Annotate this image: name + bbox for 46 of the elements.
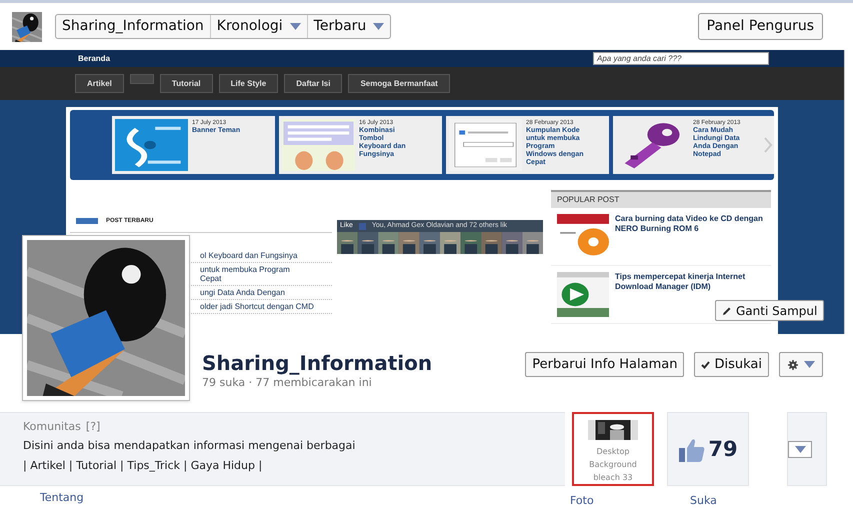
blog-menu-button[interactable]: Tutorial bbox=[160, 74, 213, 93]
blog-menu-button[interactable]: Semoga Bermanfaat bbox=[348, 74, 450, 93]
change-cover-button[interactable]: Ganti Sampul bbox=[715, 300, 824, 321]
caret-icon bbox=[290, 23, 301, 30]
settings-icon bbox=[788, 360, 798, 370]
pencil-icon bbox=[722, 306, 732, 316]
blog-menu-button[interactable]: Life Style bbox=[218, 74, 278, 93]
thumbs-up-icon bbox=[678, 437, 706, 463]
post-link[interactable]: ol Keyboard dan Fungsinya bbox=[200, 251, 332, 260]
page-title: Sharing_Information bbox=[202, 351, 432, 375]
app-tile[interactable]: 79 bbox=[667, 412, 749, 486]
page-name-link[interactable]: Sharing_Information bbox=[56, 15, 210, 38]
blog-menu-button[interactable]: Daftar Isi bbox=[284, 74, 342, 93]
app-tile[interactable]: Desktop Background bleach 33 bbox=[572, 412, 654, 486]
app-tab[interactable]: Foto bbox=[570, 493, 594, 510]
post-link[interactable]: older jadi Shortcut dengan CMD bbox=[200, 302, 332, 311]
view-dropdown[interactable]: Kronologi bbox=[210, 15, 307, 38]
post-link[interactable]: ungi Data Anda Dengan bbox=[200, 288, 332, 297]
update-info-button[interactable]: Perbarui Info Halaman bbox=[525, 352, 684, 377]
caret-icon bbox=[804, 361, 814, 368]
category-label: Komunitas bbox=[23, 419, 81, 435]
like-count: 79 bbox=[708, 436, 738, 464]
about-tab[interactable]: Tentang bbox=[40, 490, 84, 506]
more-apps-button[interactable] bbox=[788, 441, 812, 458]
section-heading: POPULAR POST bbox=[551, 190, 771, 208]
help-link[interactable]: [?] bbox=[86, 419, 100, 436]
caret-icon bbox=[373, 23, 384, 30]
facebook-icon bbox=[358, 222, 366, 230]
blog-menu-button[interactable]: Artikel bbox=[75, 74, 124, 93]
admin-panel-button[interactable]: Panel Pengurus bbox=[698, 13, 823, 40]
liked-button[interactable]: Disukai bbox=[694, 352, 769, 377]
post-link[interactable]: Tips mempercepat kinerja Internet Download Manager (IDM) bbox=[615, 272, 765, 292]
photo-caption: Desktop Background bleach 33 bbox=[588, 446, 638, 484]
new-tag-icon bbox=[76, 218, 98, 224]
blog-home-link[interactable]: Beranda bbox=[78, 52, 110, 64]
post-link[interactable]: Cepat bbox=[200, 274, 332, 283]
app-tab[interactable]: Suka bbox=[690, 493, 717, 510]
about-tags: | Artikel | Tutorial | Tips_Trick | Gaya Hidup | bbox=[23, 458, 565, 474]
post-link[interactable]: Cara burning data Video ke CD dengan NERO Burning ROM 6 bbox=[615, 214, 765, 234]
post-link[interactable]: untuk membuka Program bbox=[200, 265, 332, 274]
page-stats: 79 suka · 77 membicarakan ini bbox=[202, 375, 373, 391]
check-icon bbox=[701, 360, 710, 368]
caret-icon bbox=[794, 446, 806, 453]
view-dropdown[interactable]: Terbaru bbox=[306, 15, 390, 38]
about-description: Disini anda bisa mendapatkan informasi mengenai berbagai bbox=[23, 438, 356, 454]
settings-menu-button[interactable] bbox=[779, 352, 823, 377]
